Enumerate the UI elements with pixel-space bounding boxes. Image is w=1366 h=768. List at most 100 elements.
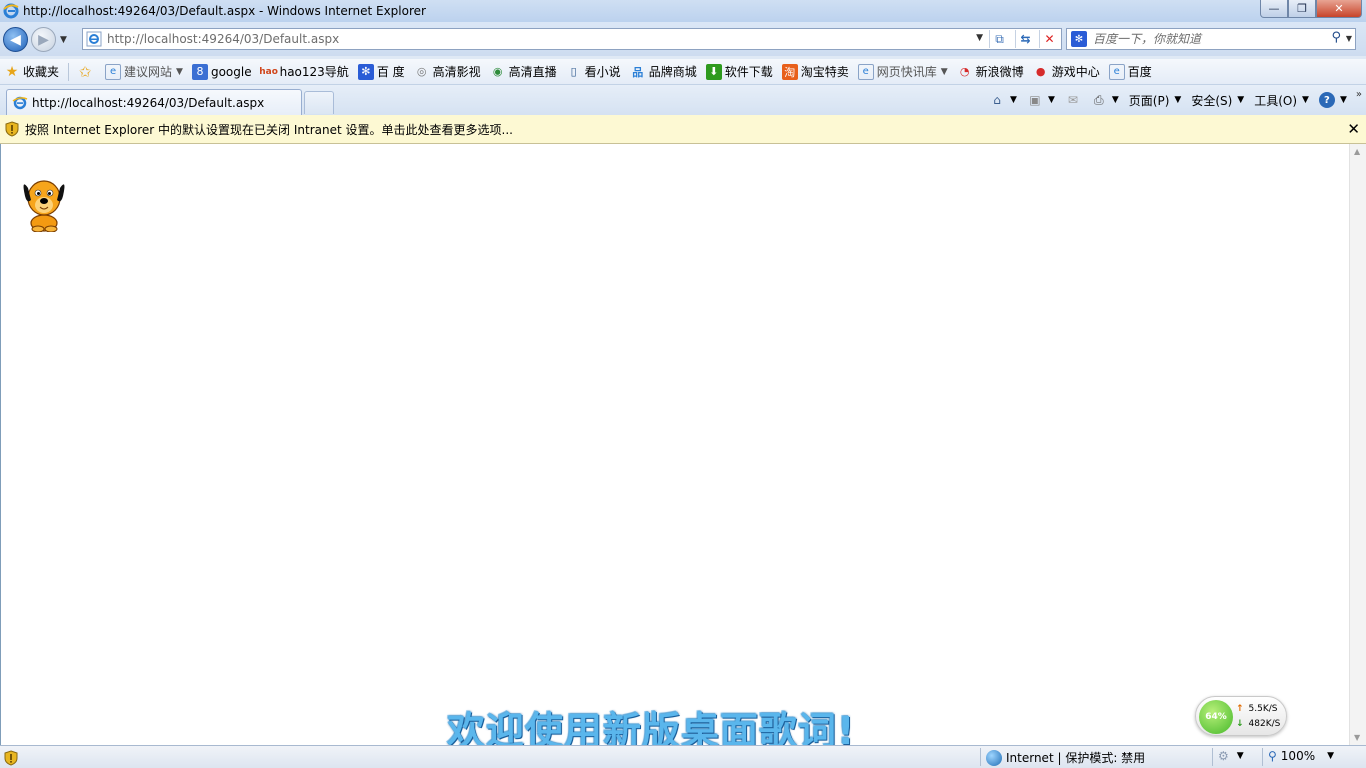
fav-item-baidu-2[interactable]: e 百度 bbox=[1105, 61, 1156, 83]
help-icon: ? bbox=[1318, 92, 1335, 108]
fav-item-hd-live[interactable]: ◉ 高清直播 bbox=[486, 61, 561, 83]
zoom-magnifier-icon: ⚲ bbox=[1268, 749, 1277, 763]
download-speed: ↓ 482K/S bbox=[1236, 719, 1280, 729]
zoom-level: 100% bbox=[1280, 749, 1316, 763]
weibo-icon: ◔ bbox=[959, 65, 970, 78]
chevron-down-icon: ▼ bbox=[1339, 95, 1347, 105]
taobao-icon: 淘 bbox=[781, 63, 798, 80]
fav-item-google[interactable]: 8 google bbox=[188, 61, 256, 83]
baidu-paw-icon: ✻ bbox=[1071, 31, 1087, 47]
book-icon: ▯ bbox=[570, 65, 577, 78]
status-divider bbox=[1262, 748, 1263, 766]
command-bar: ⌂ ▼ ▣ ▼ ✉ ⎙ ▼ 页面(P) ▼ 安全(S) ▼ 工具(O) ▼ ? ▼ » bbox=[984, 89, 1366, 111]
address-bar[interactable]: http://localhost:49264/03/Default.aspx ▼… bbox=[82, 28, 1062, 50]
mail-icon: ✉ bbox=[1067, 93, 1078, 107]
window-controls: — ❐ ✕ bbox=[1260, 0, 1362, 18]
window-title: http://localhost:49264/03/Default.aspx -… bbox=[23, 4, 426, 18]
stop-icon[interactable]: ✕ bbox=[1039, 30, 1059, 48]
fav-item-game-center[interactable]: ● 游戏中心 bbox=[1029, 61, 1104, 83]
print-button[interactable]: ⎙ ▼ bbox=[1086, 92, 1124, 108]
ie-page-icon: e bbox=[1108, 63, 1125, 80]
tab-label: http://localhost:49264/03/Default.aspx bbox=[32, 95, 265, 110]
feeds-button[interactable]: ▣ ▼ bbox=[1022, 92, 1060, 108]
fav-item-label: 百 度 bbox=[376, 65, 405, 79]
download-arrow-icon: ↓ bbox=[1236, 719, 1244, 729]
close-window-button[interactable]: ✕ bbox=[1316, 0, 1362, 18]
status-shield-icon[interactable] bbox=[4, 750, 18, 766]
minimize-button[interactable]: — bbox=[1260, 0, 1288, 18]
zoom-level-button[interactable]: ⚲ 100% ▼ bbox=[1268, 749, 1334, 763]
fav-item-hd-film[interactable]: ◎ 高清影视 bbox=[410, 61, 485, 83]
chevron-down-icon: ▼ bbox=[1010, 95, 1017, 105]
refresh-icon[interactable]: ⇆ bbox=[1015, 30, 1035, 48]
vertical-scrollbar[interactable]: ▲ ▼ bbox=[1349, 144, 1366, 745]
fav-item-baidu-1[interactable]: ✻ 百 度 bbox=[354, 61, 409, 83]
tab-default-aspx[interactable]: http://localhost:49264/03/Default.aspx bbox=[6, 89, 302, 115]
address-dropdown-icon[interactable]: ▼ bbox=[976, 33, 983, 43]
back-arrow-icon: ◀ bbox=[10, 31, 21, 48]
page-menu[interactable]: 页面(P) ▼ bbox=[1124, 92, 1187, 109]
fav-item-brand-mall[interactable]: 品 品牌商城 bbox=[626, 61, 701, 83]
forward-button[interactable]: ▶ bbox=[31, 27, 56, 52]
favorites-button[interactable]: ★ 收藏夹 bbox=[0, 61, 63, 83]
close-information-bar-icon[interactable]: ✕ bbox=[1347, 120, 1360, 138]
baidu-paw-icon: ✻ bbox=[357, 63, 374, 80]
ie-page-icon: e bbox=[105, 63, 122, 80]
information-bar[interactable]: 按照 Internet Explorer 中的默认设置现在已关闭 Intrane… bbox=[0, 115, 1366, 144]
safety-menu[interactable]: 安全(S) ▼ bbox=[1186, 92, 1249, 109]
chevron-down-icon: ▼ bbox=[1047, 95, 1055, 105]
hao123-icon: hao bbox=[259, 66, 278, 77]
fav-item-label: 游戏中心 bbox=[1051, 65, 1100, 79]
fav-item-label: 高清直播 bbox=[508, 65, 557, 79]
favorites-label: 收藏夹 bbox=[23, 65, 60, 79]
compatibility-view-icon[interactable]: ⧉ bbox=[989, 30, 1009, 48]
tools-menu-label: 工具(O) bbox=[1254, 93, 1298, 108]
fav-item-weibo[interactable]: ◔ 新浪微博 bbox=[953, 61, 1028, 83]
more-commands-chevron-icon[interactable]: » bbox=[1352, 89, 1366, 100]
chevron-down-icon: ▼ bbox=[1327, 751, 1335, 761]
information-bar-message: 按照 Internet Explorer 中的默认设置现在已关闭 Intrane… bbox=[25, 122, 513, 137]
ie-page-icon: e bbox=[857, 63, 874, 80]
back-button[interactable]: ◀ bbox=[3, 27, 28, 52]
fav-item-taobao[interactable]: 淘 淘宝特卖 bbox=[778, 61, 853, 83]
upload-speed-value: 5.5K/S bbox=[1248, 704, 1278, 714]
fav-item-software[interactable]: ⬇ 软件下载 bbox=[702, 61, 777, 83]
fav-item-web-slices[interactable]: e 网页快讯库 ▼ bbox=[854, 61, 952, 83]
scroll-up-icon[interactable]: ▲ bbox=[1354, 147, 1360, 156]
fav-item-suggested-sites[interactable]: e 建议网站 ▼ bbox=[101, 61, 187, 83]
home-button[interactable]: ⌂ ▼ bbox=[984, 92, 1022, 108]
search-box[interactable]: ✻ ⚲ ▼ bbox=[1066, 28, 1356, 50]
chevron-down-icon: ▼ bbox=[1237, 95, 1245, 105]
search-input[interactable] bbox=[1093, 32, 1323, 46]
security-shield-icon bbox=[5, 121, 19, 137]
ie-logo-icon bbox=[3, 3, 19, 19]
security-zone-label: Internet | 保护模式: 禁用 bbox=[1006, 751, 1146, 765]
new-tab-button[interactable] bbox=[304, 91, 334, 114]
read-mail-button[interactable]: ✉ bbox=[1060, 92, 1086, 108]
network-speed-widget[interactable]: 64% ↑ 5.5K/S ↓ 482K/S bbox=[1195, 696, 1287, 736]
security-zone[interactable]: Internet | 保护模式: 禁用 bbox=[986, 749, 1145, 766]
scroll-down-icon[interactable]: ▼ bbox=[1354, 733, 1360, 742]
fav-item-label: 看小说 bbox=[584, 65, 621, 79]
tools-menu[interactable]: 工具(O) ▼ bbox=[1249, 92, 1314, 109]
fav-item-hao123[interactable]: hao hao123导航 bbox=[257, 61, 353, 83]
fav-item-label: 百度 bbox=[1127, 65, 1152, 79]
search-magnifier-icon[interactable]: ⚲ bbox=[1331, 30, 1341, 45]
add-to-favorites-bar-button[interactable]: ✩ bbox=[73, 61, 100, 83]
fav-item-label: 网页快讯库 bbox=[876, 65, 937, 79]
recent-pages-dropdown[interactable]: ▼ bbox=[60, 35, 67, 45]
fav-item-novels[interactable]: ▯ 看小说 bbox=[562, 61, 625, 83]
rss-feed-icon: ▣ bbox=[1029, 93, 1041, 107]
help-button[interactable]: ? ▼ bbox=[1314, 92, 1352, 108]
memory-usage-gauge: 64% bbox=[1199, 700, 1233, 734]
pop-up-blocker-button[interactable]: ⚙ ▼ bbox=[1218, 749, 1244, 763]
url-text[interactable]: http://localhost:49264/03/Default.aspx bbox=[107, 32, 339, 46]
title-bar: http://localhost:49264/03/Default.aspx -… bbox=[0, 0, 1366, 22]
search-options-dropdown-icon[interactable]: ▼ bbox=[1346, 34, 1352, 43]
status-divider bbox=[980, 748, 981, 766]
game-pin-icon: ● bbox=[1035, 65, 1046, 78]
safety-menu-label: 安全(S) bbox=[1191, 93, 1233, 108]
restore-button[interactable]: ❐ bbox=[1288, 0, 1316, 18]
download-speed-value: 482K/S bbox=[1248, 719, 1281, 729]
fav-item-label: 新浪微博 bbox=[975, 65, 1024, 79]
